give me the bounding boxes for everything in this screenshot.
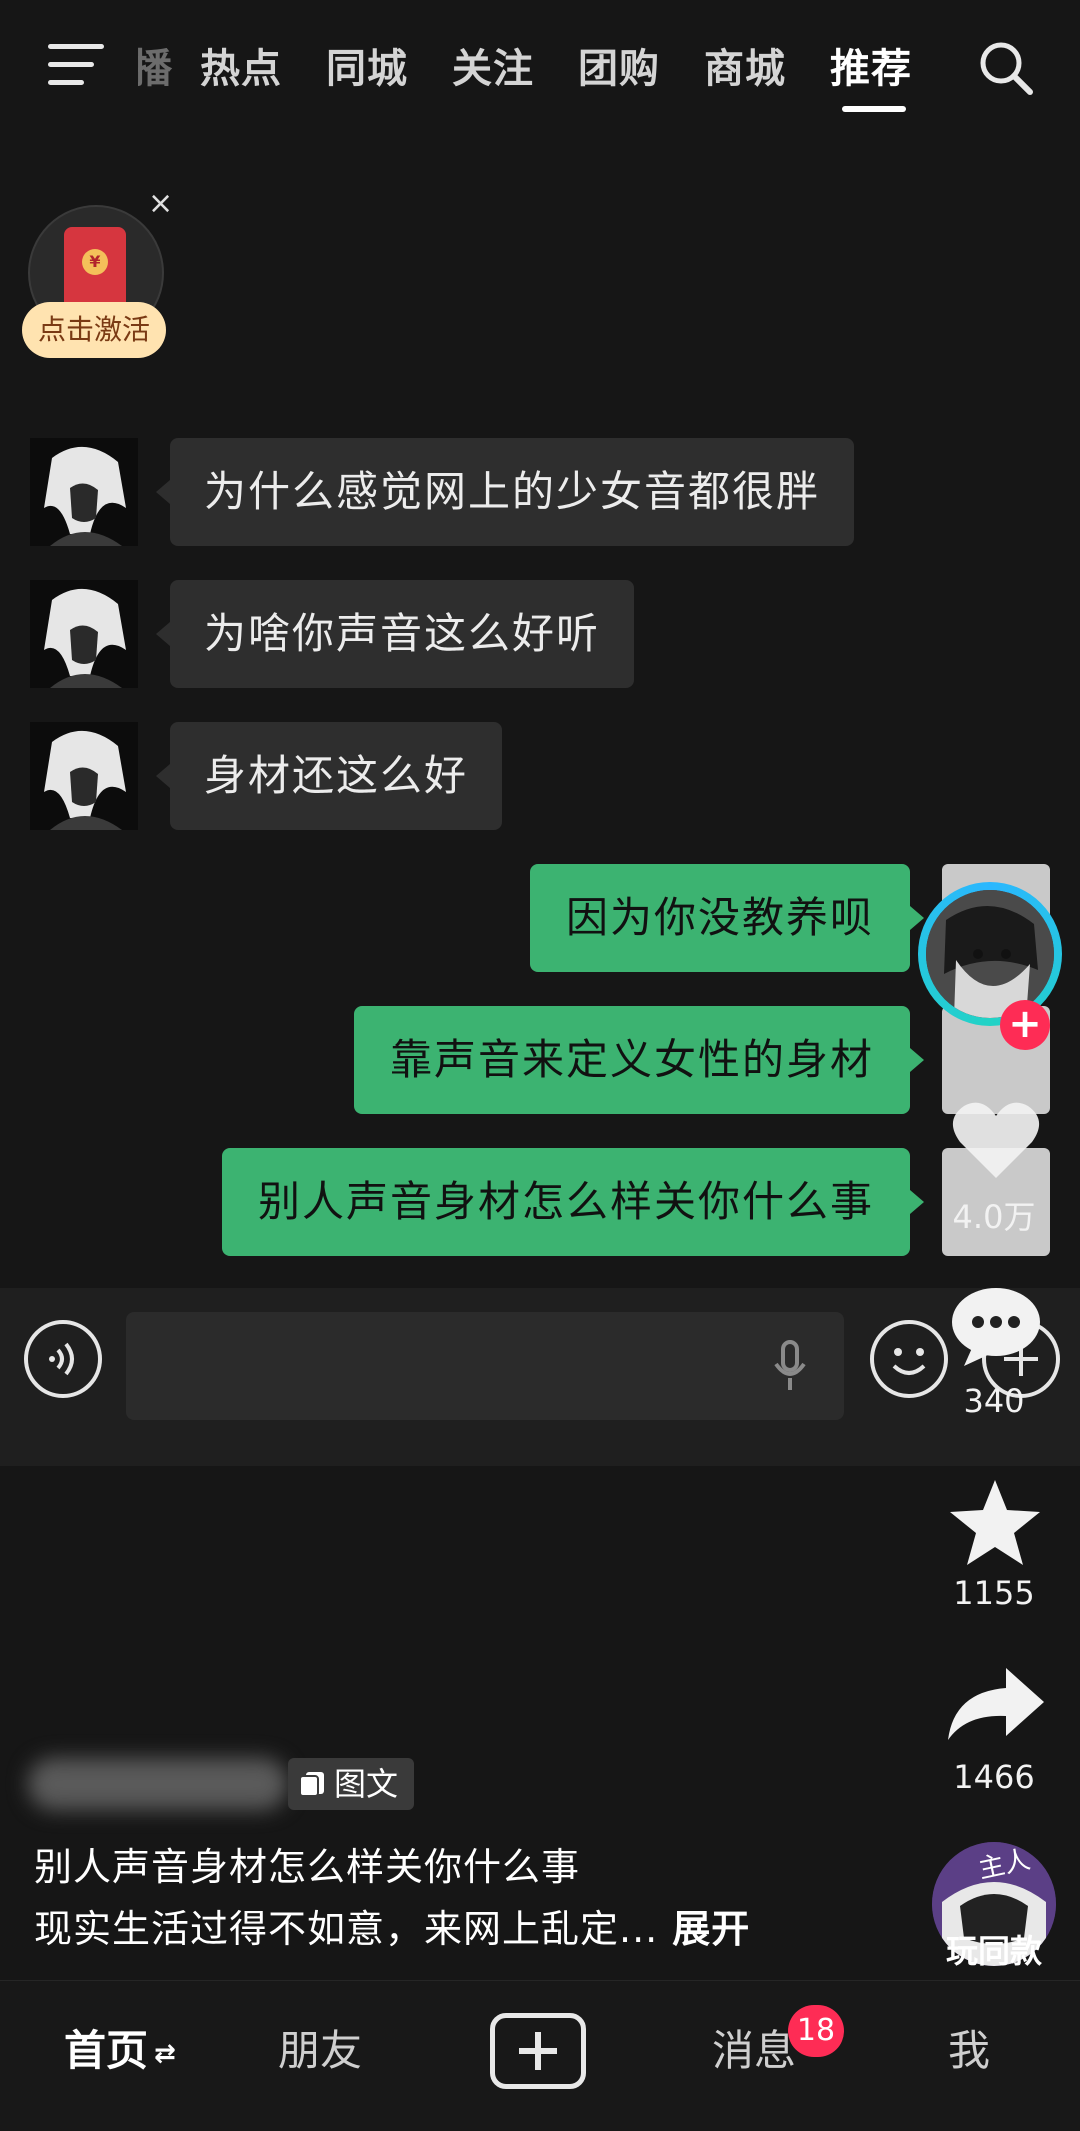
favorite-count: 1155 [953, 1574, 1035, 1612]
chat-bubble-sent: 靠声音来定义女性的身材 [353, 1006, 910, 1114]
expand-link[interactable]: 展开 [672, 1907, 750, 1951]
author-name-blurred[interactable] [28, 1758, 288, 1810]
caption-line-1: 别人声音身材怎么样关你什么事 [34, 1845, 581, 1889]
chat-bubble-sent: 别人声音身材怎么样关你什么事 [221, 1148, 910, 1256]
tab-mall[interactable]: 商城 [704, 36, 786, 94]
image-text-icon [299, 1772, 324, 1797]
comment-count: 340 [963, 1382, 1025, 1420]
tab-recommend[interactable]: 推荐 [830, 36, 912, 94]
tab-live[interactable]: 播 [138, 36, 173, 94]
nav-me[interactable]: 我 [948, 2017, 990, 2078]
messages-badge: 18 [788, 2005, 844, 2057]
activate-badge[interactable]: 点击激活 [22, 302, 166, 358]
create-post-button[interactable] [490, 2013, 586, 2089]
nav-messages[interactable]: 消息 [712, 2017, 796, 2078]
share-count: 1466 [953, 1758, 1035, 1796]
menu-icon[interactable] [48, 40, 104, 88]
chat-bubble-received: 身材还这么好 [170, 722, 503, 830]
tab-hot[interactable]: 热点 [200, 36, 282, 94]
nav-home[interactable]: 首页 ⇄ [64, 2017, 176, 2078]
favorite-icon[interactable] [946, 1476, 1044, 1568]
voice-toggle-icon [24, 1320, 102, 1398]
top-nav: 播 热点 同城 关注 团购 商城 推荐 [0, 0, 1080, 140]
chat-bubble-received: 为啥你声音这么好听 [170, 580, 635, 688]
tab-local[interactable]: 同城 [326, 36, 408, 94]
search-icon[interactable] [976, 38, 1036, 98]
post-type-tag: 图文 [288, 1758, 414, 1810]
share-icon[interactable] [946, 1666, 1046, 1742]
like-count: 4.0万 [952, 1198, 1036, 1236]
microphone-icon [774, 1340, 806, 1390]
sender-avatar [30, 580, 138, 688]
chat-input-bar [0, 1288, 1080, 1466]
refresh-icon: ⇄ [154, 2038, 176, 2069]
coin-icon: ¥ [82, 249, 108, 275]
close-icon[interactable]: × [148, 186, 173, 221]
nav-friends[interactable]: 朋友 [278, 2017, 362, 2078]
follow-button[interactable]: + [1000, 1000, 1050, 1050]
red-envelope-icon: ¥ [64, 227, 126, 313]
tab-group-buy[interactable]: 团购 [578, 36, 660, 94]
tab-following[interactable]: 关注 [452, 36, 534, 94]
active-tab-indicator [842, 106, 906, 112]
sender-avatar [30, 438, 138, 546]
caption-line-2: 现实生活过得不如意，来网上乱定... 展开 [34, 1907, 751, 1951]
comment-icon[interactable] [950, 1286, 1042, 1366]
play-same-label[interactable]: 玩同款 [934, 1926, 1054, 1972]
chat-bubble-received: 为什么感觉网上的少女音都很胖 [170, 438, 855, 546]
chat-input-field [126, 1312, 844, 1420]
like-icon[interactable] [950, 1098, 1042, 1182]
bottom-nav: 首页 ⇄ 朋友 消息 18 我 [0, 1980, 1080, 2131]
chat-bubble-sent: 因为你没教养呗 [529, 864, 910, 972]
sender-avatar [30, 722, 138, 830]
